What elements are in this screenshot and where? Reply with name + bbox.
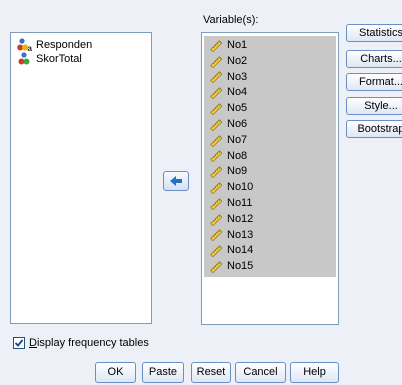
scale-ruler-icon <box>210 103 223 116</box>
cancel-button[interactable]: Cancel <box>235 362 286 383</box>
display-frequency-label: Display frequency tables <box>29 337 149 349</box>
selected-item-label: No4 <box>227 86 248 99</box>
paste-button[interactable]: Paste <box>142 362 184 383</box>
selected-item[interactable]: No12 <box>204 212 336 228</box>
nominal-string-variable-icon: a <box>17 38 33 52</box>
selected-item-label: No3 <box>227 70 248 83</box>
style-button[interactable]: Style... <box>346 97 402 115</box>
selected-item-label: No10 <box>227 181 254 194</box>
scale-ruler-icon <box>210 261 223 274</box>
scale-ruler-icon <box>210 40 223 53</box>
arrow-left-icon <box>170 176 182 186</box>
selected-item-label: No8 <box>227 149 248 162</box>
selected-item-label: No13 <box>227 228 254 241</box>
move-variable-button[interactable] <box>163 171 189 191</box>
source-item-responden[interactable]: a Responden <box>11 38 151 52</box>
source-variable-list[interactable]: a Responden SkorTotal <box>10 32 152 324</box>
scale-ruler-icon <box>210 166 223 179</box>
selected-item[interactable]: No3 <box>204 70 336 86</box>
source-item-label: SkorTotal <box>36 53 82 65</box>
scale-ruler-icon <box>210 182 223 195</box>
checkmark-icon <box>14 339 24 347</box>
selected-item[interactable]: No4 <box>204 85 336 101</box>
variables-label: Variable(s): <box>203 14 259 26</box>
selected-item[interactable]: No14 <box>204 243 336 259</box>
selected-item-label: No2 <box>227 54 248 67</box>
selected-item[interactable]: No7 <box>204 133 336 149</box>
selected-item-label: No9 <box>227 165 248 178</box>
scale-ruler-icon <box>210 71 223 84</box>
selected-item[interactable]: No8 <box>204 149 336 165</box>
selected-item-label: No14 <box>227 244 254 257</box>
ok-button[interactable]: OK <box>95 362 136 383</box>
selected-item[interactable]: No5 <box>204 101 336 117</box>
selected-item-label: No12 <box>227 212 254 225</box>
selected-item[interactable]: No11 <box>204 196 336 212</box>
selected-item[interactable]: No15 <box>204 259 336 275</box>
nominal-variable-icon <box>18 52 30 65</box>
format-button[interactable]: Format... <box>346 73 402 91</box>
selected-items-group: No1 No2 No3 No4 No5 No6 No7 No8 No9 No10 No11 No12 N… <box>204 36 336 277</box>
svg-text:a: a <box>28 44 33 52</box>
selected-variables-list[interactable]: No1 No2 No3 No4 No5 No6 No7 No8 No9 No10 No11 No12 N… <box>201 32 339 325</box>
selected-item[interactable]: No6 <box>204 117 336 133</box>
selected-item[interactable]: No13 <box>204 228 336 244</box>
scale-ruler-icon <box>210 150 223 163</box>
scale-ruler-icon <box>210 229 223 242</box>
help-button[interactable]: Help <box>290 362 339 383</box>
selected-item-label: No15 <box>227 260 254 273</box>
selected-item-label: No6 <box>227 117 248 130</box>
scale-ruler-icon <box>210 134 223 147</box>
selected-item-label: No11 <box>227 196 253 209</box>
scale-ruler-icon <box>210 119 223 132</box>
selected-item[interactable]: No10 <box>204 180 336 196</box>
scale-ruler-icon <box>210 87 223 100</box>
checkbox-box[interactable] <box>13 337 25 349</box>
scale-ruler-icon <box>210 213 223 226</box>
display-frequency-checkbox[interactable]: Display frequency tables <box>13 337 149 349</box>
reset-button[interactable]: Reset <box>191 362 231 383</box>
scale-ruler-icon <box>210 245 223 258</box>
statistics-button[interactable]: Statistics <box>346 24 402 42</box>
scale-ruler-icon <box>210 198 223 211</box>
scale-ruler-icon <box>210 55 223 68</box>
bootstrap-button[interactable]: Bootstrap <box>346 120 402 138</box>
selected-item[interactable]: No2 <box>204 54 336 70</box>
selected-item-label: No5 <box>227 102 248 115</box>
source-item-skortotal[interactable]: SkorTotal <box>11 52 151 66</box>
charts-button[interactable]: Charts... <box>346 50 402 68</box>
selected-item-label: No1 <box>227 39 248 51</box>
selected-item[interactable]: No1 <box>204 38 336 54</box>
selected-item-label: No7 <box>227 133 248 146</box>
source-item-label: Responden <box>36 39 93 51</box>
selected-item[interactable]: No9 <box>204 164 336 180</box>
